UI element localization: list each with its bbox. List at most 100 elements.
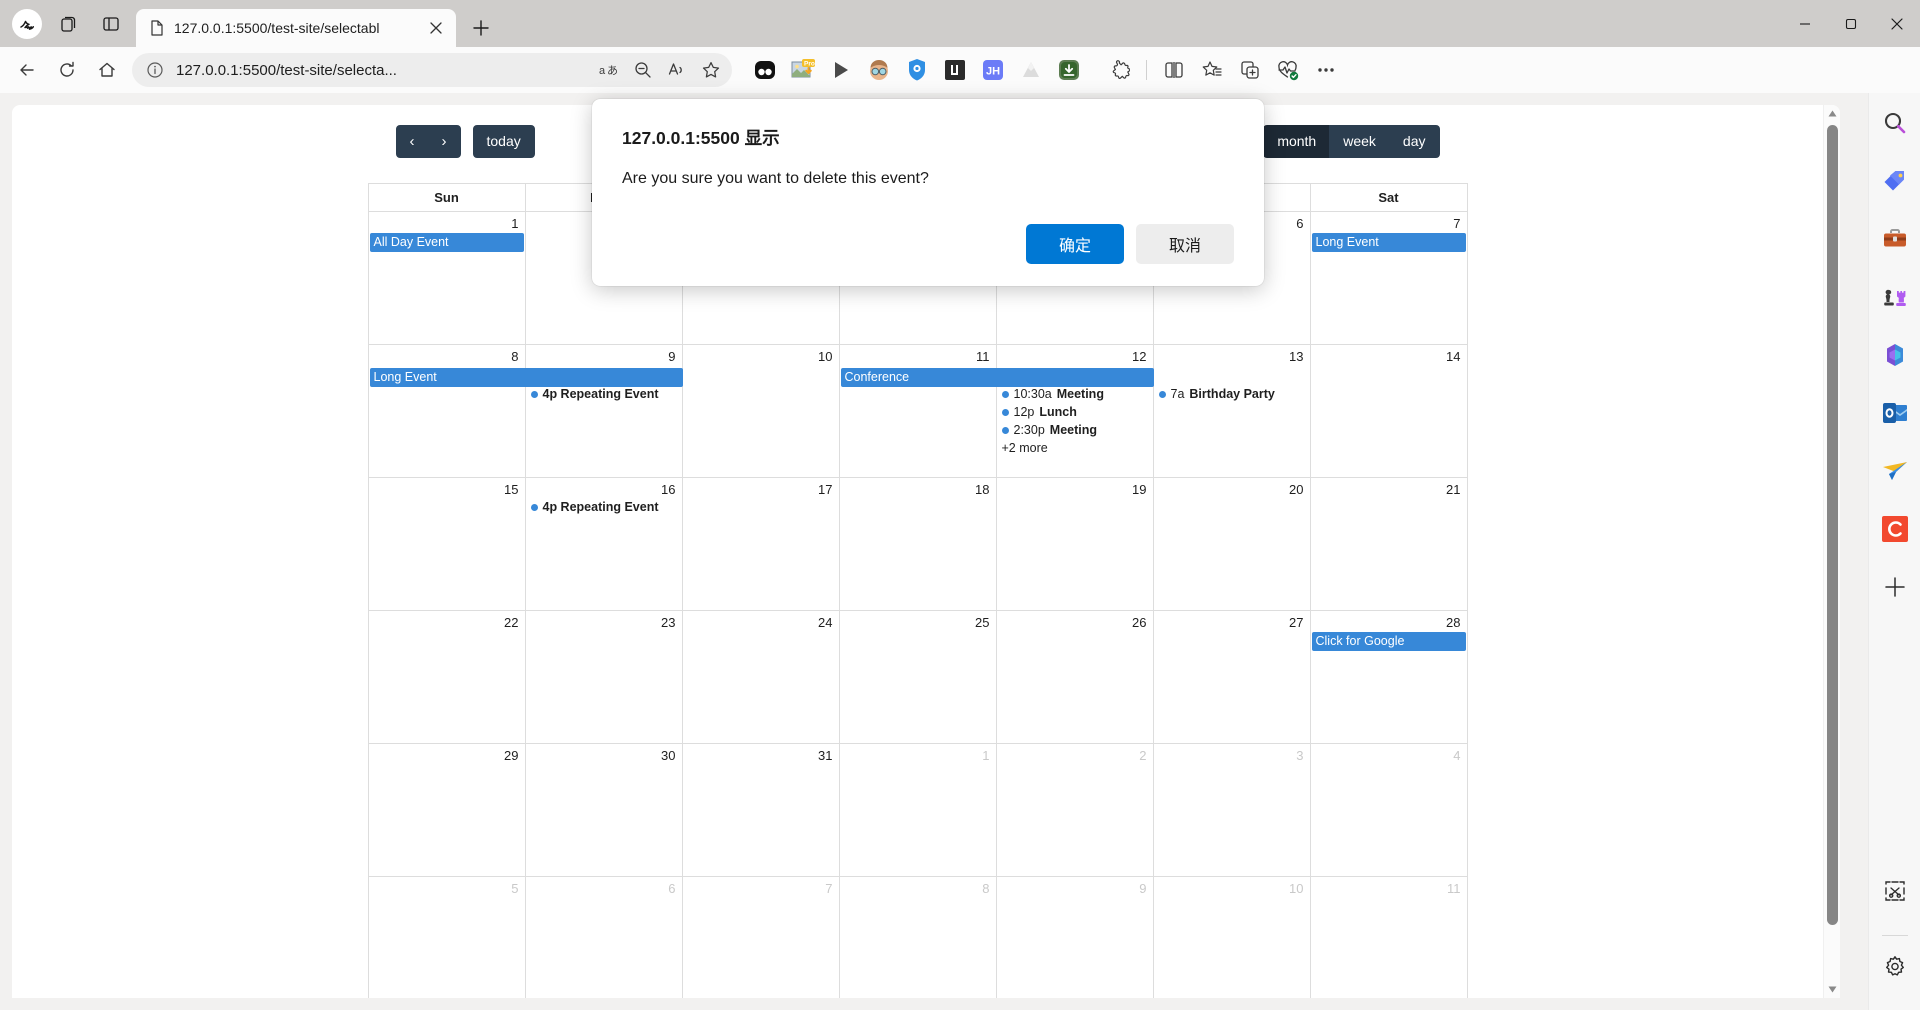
day-cell[interactable]: 23 [524,610,683,744]
scrollbar-down-arrow-icon[interactable] [1824,981,1840,998]
search-sidebar-icon[interactable] [1875,103,1915,143]
edge-copilot-logo-button[interactable] [8,5,46,43]
zoom-out-icon[interactable] [628,56,658,84]
event-repeating-16[interactable]: 4p Repeating Event [527,499,681,515]
day-cell[interactable]: 27 [1152,610,1311,744]
day-cell[interactable]: 12 10:30a Meeting 12p Lunch 2:30p Meetin… [995,344,1154,478]
event-long-event-week2[interactable]: Long Event [369,368,683,387]
download-manager-icon[interactable] [1052,53,1086,87]
microsoft-365-icon[interactable] [1875,335,1915,375]
day-cell[interactable]: 16 4p Repeating Event [524,477,683,611]
day-cell[interactable]: 30 [524,743,683,877]
dualsight-extension-icon[interactable] [748,53,782,87]
li-extension-icon[interactable] [938,53,972,87]
mountain-extension-icon[interactable] [1014,53,1048,87]
day-cell[interactable]: 24 [681,610,840,744]
event-meeting-1030[interactable]: 10:30a Meeting [998,386,1152,402]
view-day-button[interactable]: day [1388,124,1440,158]
shopping-tag-icon[interactable] [1875,161,1915,201]
dialog-cancel-button[interactable]: 取消 [1136,224,1234,264]
day-cell[interactable]: 1 [838,743,997,877]
collections-icon[interactable] [1233,53,1267,87]
event-all-day-event[interactable]: All Day Event [369,233,524,252]
address-bar[interactable]: 127.0.0.1:5500/test-site/selecta... aあ [132,53,732,87]
split-pane-button[interactable] [92,5,130,43]
browser-tab[interactable]: 127.0.0.1:5500/test-site/selectabl [136,9,456,47]
favorites-icon[interactable] [1195,53,1229,87]
day-cell[interactable]: 9 4p Repeating Event [524,344,683,478]
day-cell[interactable]: 20 [1152,477,1311,611]
day-cell[interactable]: 18 [838,477,997,611]
event-birthday-party[interactable]: 7a Birthday Party [1155,386,1309,402]
view-month-button[interactable]: month [1263,124,1331,158]
tab-close-icon[interactable] [424,16,448,40]
day-cell[interactable]: 31 [681,743,840,877]
star-icon[interactable] [696,56,726,84]
event-lunch-12p[interactable]: 12p Lunch [998,404,1152,420]
jh-extension-icon[interactable]: JH [976,53,1010,87]
day-cell[interactable]: 14 [1309,344,1468,478]
shield-extension-icon[interactable] [900,53,934,87]
sidebar-settings-icon[interactable] [1875,948,1915,988]
day-cell[interactable]: 11 Conference [838,344,1154,478]
add-sidebar-app-icon[interactable] [1875,567,1915,607]
day-cell[interactable]: 29 [367,743,526,877]
home-button[interactable] [88,53,126,87]
day-cell[interactable]: 11 [1309,876,1468,998]
scrollbar-thumb[interactable] [1827,125,1838,925]
day-cell[interactable]: 10 [1152,876,1311,998]
day-cell[interactable]: 9 [995,876,1154,998]
minimize-button[interactable] [1782,0,1828,47]
day-cell[interactable]: 5 [367,876,526,998]
event-click-for-google[interactable]: Click for Google [1311,632,1466,651]
day-cell[interactable]: 6 [524,876,683,998]
extensions-puzzle-icon[interactable] [1102,53,1136,87]
new-tab-button[interactable] [464,11,498,45]
copilot-c-icon[interactable] [1875,509,1915,549]
tab-groups-button[interactable] [50,5,88,43]
scrollbar-up-arrow-icon[interactable] [1824,105,1840,122]
day-cell[interactable]: 17 [681,477,840,611]
day-cell[interactable]: 7 [681,876,840,998]
screenshot-snip-icon[interactable] [1875,871,1915,911]
day-cell[interactable]: 7 Long Event [1309,211,1468,345]
site-info-icon[interactable] [142,57,168,83]
page-scrollbar[interactable] [1823,105,1840,998]
image-pro-extension-icon[interactable]: Pro [786,53,820,87]
browser-essentials-icon[interactable] [1271,53,1305,87]
day-cell[interactable]: 8 [838,876,997,998]
tools-toolbox-icon[interactable] [1875,219,1915,259]
today-button[interactable]: today [472,124,535,158]
day-cell[interactable]: 25 [838,610,997,744]
day-cell[interactable]: 8 Long Event [367,344,683,478]
play-extension-icon[interactable] [824,53,858,87]
read-aloud-icon[interactable] [662,56,692,84]
avatar-extension-icon[interactable] [862,53,896,87]
event-meeting-230p[interactable]: 2:30p Meeting [998,422,1152,438]
day-cell[interactable]: 2 [995,743,1154,877]
next-month-button[interactable]: › [427,124,461,158]
split-screen-icon[interactable] [1157,53,1191,87]
games-chess-icon[interactable] [1875,277,1915,317]
day-cell[interactable]: 1 All Day Event [367,211,526,345]
event-conference[interactable]: Conference [840,368,1154,387]
paper-plane-icon[interactable] [1875,451,1915,491]
day-cell[interactable]: 13 7a Birthday Party [1152,344,1311,478]
prev-month-button[interactable]: ‹ [395,124,429,158]
day-cell[interactable]: 26 [995,610,1154,744]
more-events-link[interactable]: +2 more [998,440,1152,456]
dialog-confirm-button[interactable]: 确定 [1026,224,1124,264]
day-cell[interactable]: 28 Click for Google [1309,610,1468,744]
day-cell[interactable]: 3 [1152,743,1311,877]
day-cell[interactable]: 10 [681,344,840,478]
window-close-button[interactable] [1874,0,1920,47]
maximize-button[interactable] [1828,0,1874,47]
day-cell[interactable]: 22 [367,610,526,744]
settings-more-icon[interactable] [1309,53,1343,87]
event-repeating-9[interactable]: 4p Repeating Event [527,386,681,402]
day-cell[interactable]: 4 [1309,743,1468,877]
translate-icon[interactable]: aあ [594,56,624,84]
event-long-event-week1[interactable]: Long Event [1311,233,1466,252]
day-cell[interactable]: 21 [1309,477,1468,611]
reload-button[interactable] [48,53,86,87]
